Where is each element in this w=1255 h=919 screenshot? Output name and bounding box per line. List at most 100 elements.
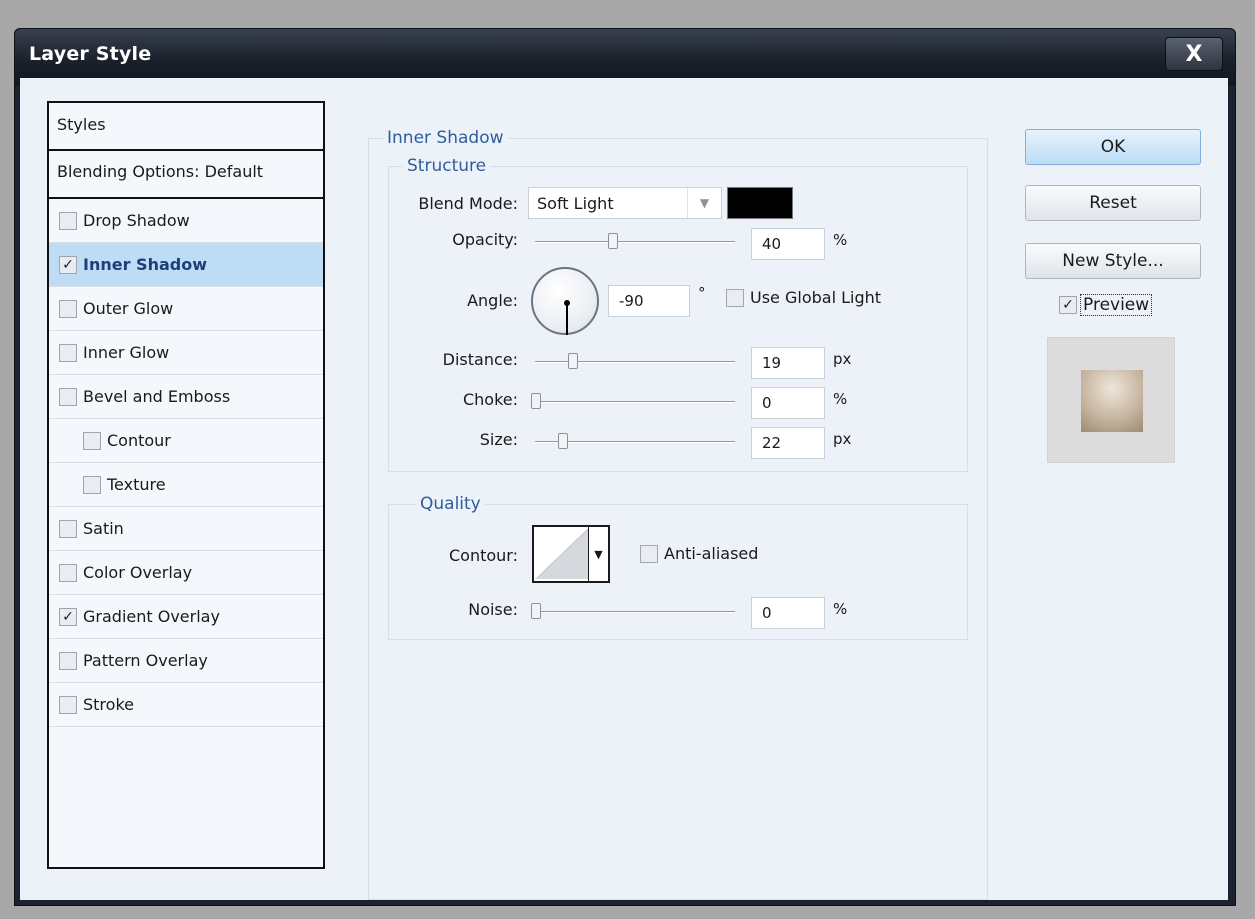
use-global-light-label: Use Global Light <box>750 288 882 307</box>
dialog-body: Styles Blending Options: Default Drop Sh… <box>20 78 1228 900</box>
style-item-label: Gradient Overlay <box>83 607 220 626</box>
dialog-title: Layer Style <box>29 43 152 65</box>
blend-mode-label: Blend Mode: <box>418 194 518 213</box>
reset-button[interactable]: Reset <box>1025 185 1201 221</box>
structure-title: Structure <box>403 156 491 176</box>
noise-unit: % <box>833 600 848 618</box>
checkbox-icon[interactable] <box>59 563 77 582</box>
shadow-color-swatch[interactable] <box>727 187 793 219</box>
opacity-unit: % <box>833 231 848 249</box>
noise-label: Noise: <box>468 600 518 619</box>
checkbox-icon[interactable] <box>59 519 77 538</box>
choke-unit: % <box>833 390 848 408</box>
checkbox-icon[interactable] <box>83 431 101 450</box>
style-item-label: Bevel and Emboss <box>83 387 231 406</box>
anti-aliased-checkbox[interactable]: Anti-aliased <box>640 544 758 563</box>
opacity-label: Opacity: <box>452 230 518 249</box>
checkbox-icon[interactable] <box>59 299 77 318</box>
style-item-outer-glow[interactable]: Outer Glow <box>49 287 323 331</box>
anti-aliased-label: Anti-aliased <box>664 544 759 563</box>
styles-list: Styles Blending Options: Default Drop Sh… <box>47 101 325 869</box>
style-item-texture[interactable]: Texture <box>49 463 323 507</box>
checkbox-icon[interactable] <box>59 343 77 362</box>
size-label: Size: <box>479 430 518 449</box>
blending-options-item[interactable]: Blending Options: Default <box>49 151 323 199</box>
blend-mode-value: Soft Light <box>537 194 614 213</box>
noise-slider-track[interactable] <box>535 611 735 613</box>
distance-slider-thumb[interactable] <box>568 353 578 369</box>
contour-curve-icon <box>535 528 589 580</box>
noise-slider-thumb[interactable] <box>531 603 541 619</box>
style-item-label: Drop Shadow <box>83 211 190 230</box>
checkmark-icon: ✓ <box>1059 296 1077 314</box>
size-unit: px <box>833 430 852 448</box>
style-item-label: Pattern Overlay <box>83 651 208 670</box>
new-style-button[interactable]: New Style... <box>1025 243 1201 279</box>
checkbox-icon[interactable] <box>59 651 77 670</box>
style-item-inner-shadow[interactable]: ✓ Inner Shadow <box>49 243 323 287</box>
style-items: Drop Shadow ✓ Inner Shadow Outer Glow Inner … <box>49 199 323 727</box>
checkbox-icon[interactable] <box>59 695 77 714</box>
layer-style-dialog: Layer Style X Styles Blending Options: D… <box>14 28 1236 906</box>
style-item-inner-glow[interactable]: Inner Glow <box>49 331 323 375</box>
blend-mode-select[interactable]: Soft Light ▼ <box>528 187 722 219</box>
inner-shadow-title: Inner Shadow <box>383 128 508 148</box>
choke-label: Choke: <box>462 390 518 409</box>
ok-button[interactable]: OK <box>1025 129 1201 165</box>
preview-label: Preview <box>1080 294 1153 316</box>
style-item-gradient-overlay[interactable]: ✓ Gradient Overlay <box>49 595 323 639</box>
use-global-light-checkbox[interactable]: Use Global Light <box>726 288 881 307</box>
angle-dial[interactable] <box>531 267 599 335</box>
style-item-label: Texture <box>107 475 166 494</box>
chevron-down-icon: ▼ <box>588 527 608 581</box>
choke-input[interactable]: 0 <box>751 387 825 419</box>
opacity-input[interactable]: 40 <box>751 228 825 260</box>
distance-slider-track[interactable] <box>535 361 735 363</box>
distance-input[interactable]: 19 <box>751 347 825 379</box>
angle-label: Angle: <box>467 291 518 310</box>
checkbox-icon[interactable] <box>59 211 77 230</box>
opacity-slider-thumb[interactable] <box>608 233 618 249</box>
style-item-label: Stroke <box>83 695 134 714</box>
checkbox-icon <box>726 288 744 307</box>
style-item-contour[interactable]: Contour <box>49 419 323 463</box>
choke-slider-track[interactable] <box>535 401 735 403</box>
style-item-label: Satin <box>83 519 124 538</box>
style-item-satin[interactable]: Satin <box>49 507 323 551</box>
title-bar: Layer Style X <box>15 29 1235 85</box>
checkbox-icon[interactable] <box>59 387 77 406</box>
angle-input[interactable]: -90 <box>608 285 690 317</box>
preview-thumbnail <box>1047 337 1175 463</box>
checkbox-icon[interactable] <box>83 475 101 494</box>
angle-dial-needle <box>566 303 568 335</box>
choke-slider-thumb[interactable] <box>531 393 541 409</box>
style-item-bevel-and-emboss[interactable]: Bevel and Emboss <box>49 375 323 419</box>
contour-label: Contour: <box>449 546 518 565</box>
distance-unit: px <box>833 350 852 368</box>
preview-checkbox[interactable]: ✓ Preview <box>1059 294 1153 316</box>
size-input[interactable]: 22 <box>751 427 825 459</box>
style-item-pattern-overlay[interactable]: Pattern Overlay <box>49 639 323 683</box>
close-button[interactable]: X <box>1165 37 1223 71</box>
quality-title: Quality <box>416 494 485 514</box>
quality-group <box>388 504 968 640</box>
style-item-label: Outer Glow <box>83 299 174 318</box>
distance-label: Distance: <box>442 350 518 369</box>
checkmark-icon[interactable]: ✓ <box>59 255 77 274</box>
checkmark-icon[interactable]: ✓ <box>59 607 77 626</box>
style-item-color-overlay[interactable]: Color Overlay <box>49 551 323 595</box>
style-item-drop-shadow[interactable]: Drop Shadow <box>49 199 323 243</box>
checkbox-icon <box>640 544 658 563</box>
angle-unit: ° <box>698 284 706 302</box>
size-slider-thumb[interactable] <box>558 433 568 449</box>
opacity-slider-track[interactable] <box>535 241 735 243</box>
style-item-label: Inner Shadow <box>83 255 207 274</box>
style-item-label: Contour <box>107 431 171 450</box>
contour-picker[interactable]: ▼ <box>532 525 610 583</box>
styles-header[interactable]: Styles <box>49 103 323 151</box>
chevron-down-icon: ▼ <box>687 188 721 218</box>
style-item-label: Color Overlay <box>83 563 193 582</box>
noise-input[interactable]: 0 <box>751 597 825 629</box>
style-item-stroke[interactable]: Stroke <box>49 683 323 727</box>
style-item-label: Inner Glow <box>83 343 170 362</box>
